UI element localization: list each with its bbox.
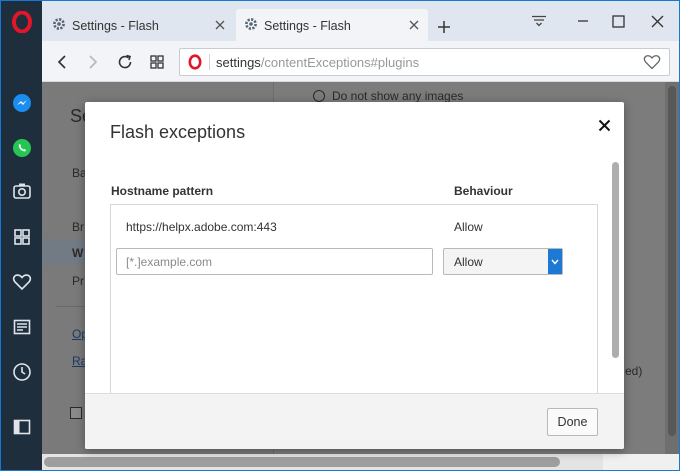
url-host: settings — [216, 55, 261, 70]
exception-behaviour: Allow — [454, 220, 483, 234]
forward-arrow-icon[interactable] — [81, 50, 105, 74]
page-horizontal-scrollbar[interactable] — [42, 454, 679, 470]
dialog-footer: Done — [85, 393, 624, 449]
history-clock-icon[interactable] — [1, 356, 42, 388]
opera-logo-icon[interactable] — [12, 10, 32, 34]
sidebar-toggle-icon[interactable] — [1, 411, 42, 443]
tab-menu-icon[interactable] — [525, 9, 553, 33]
gear-icon — [244, 17, 258, 34]
camera-icon[interactable] — [1, 175, 42, 207]
exceptions-list: https://helpx.adobe.com:443 Allow Allow — [110, 204, 598, 394]
scroll-corner — [603, 454, 679, 470]
done-button[interactable]: Done — [547, 408, 598, 436]
reload-icon[interactable] — [113, 50, 137, 74]
new-hostname-input[interactable] — [116, 248, 433, 275]
column-header-behaviour: Behaviour — [454, 184, 513, 198]
tab-strip: Settings - Flash Settings - Flash — [42, 1, 679, 42]
address-url[interactable]: settings/contentExceptions#plugins — [216, 55, 419, 70]
new-behaviour-select[interactable]: Allow — [443, 248, 563, 275]
window-close-icon[interactable] — [643, 9, 671, 33]
hscroll-thumb[interactable] — [44, 457, 560, 467]
side-item-partial: Pr — [72, 274, 84, 288]
radio-no-images-label: Do not show any images — [332, 89, 464, 103]
url-path: /contentExceptions#plugins — [260, 55, 420, 70]
tab-settings-flash-1[interactable]: Settings - Flash — [44, 9, 234, 42]
chevron-down-icon[interactable] — [548, 249, 562, 274]
maximize-icon[interactable] — [604, 9, 632, 33]
gear-icon — [52, 17, 66, 34]
dialog-close-icon[interactable] — [593, 114, 615, 136]
tab-close-icon[interactable] — [406, 17, 422, 33]
page-scroll-thumb[interactable] — [668, 86, 676, 436]
main-text-partial: ed) — [625, 364, 643, 378]
browser-toolbar: settings/contentExceptions#plugins — [42, 41, 679, 82]
tab-title: Settings - Flash — [264, 18, 351, 33]
dialog-title: Flash exceptions — [110, 122, 246, 142]
tab-settings-flash-2[interactable]: Settings - Flash — [236, 9, 428, 42]
flash-exceptions-dialog: Flash exceptions Hostname pattern Behavi… — [85, 102, 624, 449]
back-arrow-icon[interactable] — [50, 50, 74, 74]
tab-title: Settings - Flash — [72, 18, 159, 33]
speed-dial-icon[interactable] — [1, 221, 42, 253]
exception-hostname: https://helpx.adobe.com:443 — [126, 220, 277, 234]
side-checkbox — [70, 407, 82, 419]
dialog-scrollbar[interactable] — [610, 162, 622, 392]
behaviour-select-value: Allow — [454, 255, 483, 269]
opera-sidebar — [1, 1, 42, 470]
side-item-partial: Br — [72, 220, 84, 234]
news-icon[interactable] — [1, 311, 42, 343]
dialog-scroll-thumb[interactable] — [612, 162, 619, 358]
minimize-icon[interactable] — [569, 9, 597, 33]
tab-grid-icon[interactable] — [145, 50, 169, 74]
tab-close-icon[interactable] — [212, 17, 228, 33]
whatsapp-icon[interactable] — [1, 132, 42, 164]
radio-no-images — [313, 90, 325, 102]
new-tab-plus-icon[interactable] — [434, 17, 454, 37]
side-item-partial: W — [72, 246, 84, 260]
page-vertical-scrollbar[interactable] — [665, 82, 679, 454]
bookmarks-heart-icon[interactable] — [1, 266, 42, 298]
opera-badge-icon — [188, 54, 202, 70]
column-header-hostname: Hostname pattern — [111, 184, 214, 198]
messenger-icon[interactable] — [1, 87, 42, 119]
address-bar[interactable]: settings/contentExceptions#plugins — [179, 48, 670, 76]
address-separator — [209, 54, 210, 70]
bookmark-heart-icon[interactable] — [643, 54, 661, 70]
